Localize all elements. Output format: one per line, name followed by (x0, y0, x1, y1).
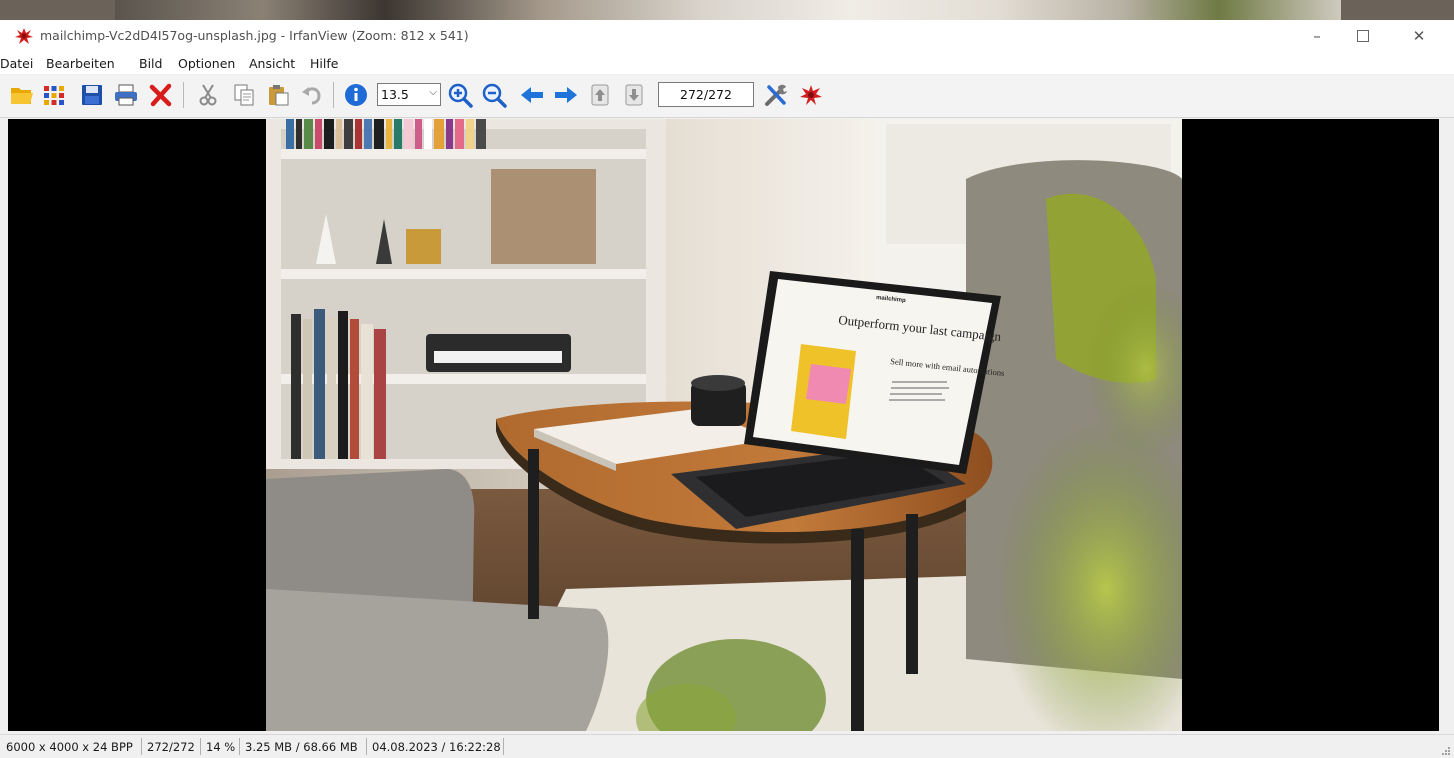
menu-bar: Datei Bearbeiten Bild Optionen Ansicht H… (0, 53, 1454, 74)
copy-button[interactable] (230, 81, 258, 109)
first-file-icon (591, 84, 609, 106)
last-file-button[interactable] (620, 81, 648, 109)
desktop-background-strip (115, 0, 1341, 22)
irfanview-window: mailchimp-Vc2dD4I57og-unsplash.jpg - Irf… (0, 20, 1454, 758)
menu-datei[interactable]: Datei (0, 56, 33, 71)
status-zoom: 14 % (206, 740, 236, 754)
status-separator (366, 738, 367, 755)
minimize-icon: – (1313, 26, 1321, 45)
menu-optionen[interactable]: Optionen (178, 56, 235, 71)
thumbnails-icon (44, 86, 64, 105)
window-title: mailchimp-Vc2dD4I57og-unsplash.jpg - Irf… (40, 28, 469, 43)
status-index: 272/272 (147, 740, 195, 754)
menu-bild[interactable]: Bild (139, 56, 162, 71)
zoom-in-button[interactable] (446, 81, 474, 109)
status-separator (503, 738, 504, 755)
status-bar: 6000 x 4000 x 24 BPP 272/272 14 % 3.25 M… (0, 734, 1454, 758)
title-bar[interactable]: mailchimp-Vc2dD4I57og-unsplash.jpg - Irf… (0, 20, 1454, 53)
irfanview-logo-button[interactable] (797, 81, 825, 109)
cut-icon (199, 84, 217, 106)
settings-button[interactable] (762, 81, 790, 109)
menu-ansicht[interactable]: Ansicht (249, 56, 295, 71)
zoom-value: 13.5 (381, 87, 409, 102)
save-button[interactable] (78, 81, 106, 109)
cut-button[interactable] (194, 81, 222, 109)
zoom-out-icon (482, 83, 507, 108)
previous-arrow-icon (521, 87, 543, 103)
status-dimensions: 6000 x 4000 x 24 BPP (6, 740, 133, 754)
settings-icon (765, 84, 787, 106)
maximize-button[interactable] (1340, 20, 1386, 51)
paste-button[interactable] (264, 81, 292, 109)
status-datetime: 04.08.2023 / 16:22:28 (372, 740, 501, 754)
next-button[interactable] (552, 81, 580, 109)
status-separator (141, 738, 142, 755)
copy-icon (234, 84, 254, 106)
zoom-select[interactable]: 13.5 ⌵ (377, 83, 441, 106)
undo-button[interactable] (298, 81, 326, 109)
displayed-photo: Outperform your last campaign Sell more … (266, 119, 1182, 731)
maximize-icon (1357, 29, 1369, 42)
page-counter-field[interactable]: 272/272 (658, 82, 754, 107)
zoom-in-icon (448, 83, 473, 108)
menu-hilfe[interactable]: Hilfe (310, 56, 338, 71)
photo-illustration: Outperform your last campaign Sell more … (266, 119, 1182, 731)
paste-icon (269, 85, 289, 106)
close-button[interactable]: ✕ (1396, 20, 1442, 51)
status-separator (200, 738, 201, 755)
save-icon (82, 85, 102, 105)
toolbar: 13.5 ⌵ 272/272 (0, 75, 1454, 118)
next-arrow-icon (555, 87, 577, 103)
menu-bearbeiten[interactable]: Bearbeiten (46, 56, 115, 71)
status-separator (239, 738, 240, 755)
zoom-out-button[interactable] (480, 81, 508, 109)
thumbnails-button[interactable] (40, 81, 68, 109)
irfanview-logo-icon (800, 85, 822, 105)
open-button[interactable] (8, 81, 36, 109)
irfanview-app-icon (14, 26, 34, 46)
minimize-button[interactable]: – (1294, 20, 1340, 51)
delete-button[interactable] (147, 81, 175, 109)
previous-button[interactable] (518, 81, 546, 109)
close-icon: ✕ (1412, 26, 1426, 45)
info-icon (345, 84, 367, 106)
toolbar-separator (183, 82, 184, 108)
info-button[interactable] (342, 81, 370, 109)
status-memory: 3.25 MB / 68.66 MB (245, 740, 358, 754)
image-viewport[interactable]: Outperform your last campaign Sell more … (8, 119, 1439, 731)
print-button[interactable] (112, 81, 140, 109)
delete-icon (149, 83, 172, 107)
resize-grip-icon[interactable] (1440, 745, 1450, 755)
first-file-button[interactable] (586, 81, 614, 109)
toolbar-separator (333, 82, 334, 108)
chevron-down-icon: ⌵ (429, 87, 437, 98)
print-icon (115, 84, 137, 106)
undo-icon (302, 87, 321, 105)
last-file-icon (625, 84, 643, 106)
open-folder-icon (11, 88, 33, 104)
